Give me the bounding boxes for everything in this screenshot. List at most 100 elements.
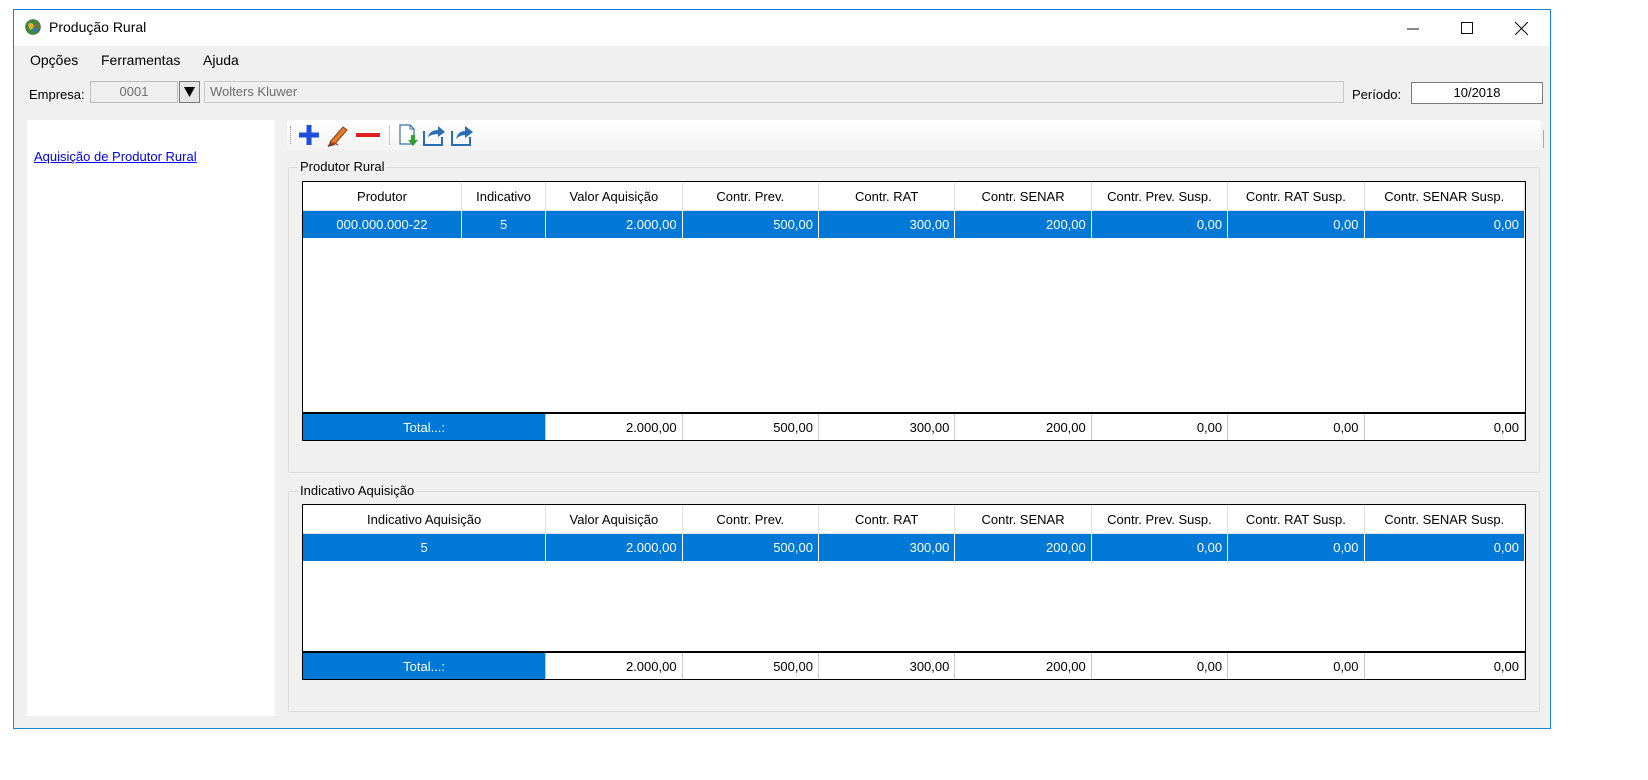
empresa-code-field[interactable]: 0001: [90, 81, 178, 103]
total-contr-rat-susp: 0,00: [1227, 653, 1365, 679]
remove-icon: [356, 133, 380, 137]
empresa-name-field: Wolters Kluwer: [204, 81, 1344, 103]
table-row[interactable]: 000.000.000-22 5 2.000,00 500,00 300,00 …: [303, 210, 1526, 238]
menu-ferramentas[interactable]: Ferramentas: [101, 52, 180, 68]
total-contr-senar: 200,00: [954, 653, 1092, 679]
cell-contr-prev: 500,00: [682, 210, 819, 238]
cell-contr-prev: 500,00: [682, 533, 819, 561]
cell-contr-senar: 200,00: [954, 210, 1092, 238]
total-contr-prev: 500,00: [682, 414, 819, 440]
table-row[interactable]: 5 2.000,00 500,00 300,00 200,00 0,00 0,0…: [303, 533, 1526, 561]
menu-bar: Opções Ferramentas Ajuda: [14, 46, 1550, 72]
cell-indicativo: 5: [461, 210, 547, 238]
column-header-contr-rat-susp[interactable]: Contr. RAT Susp.: [1227, 182, 1365, 211]
total-contr-prev-susp: 0,00: [1091, 653, 1229, 679]
total-valor-aquisicao: 2.000,00: [545, 414, 683, 440]
produtor-rural-table: Produtor Indicativo Valor Aquisição Cont…: [303, 182, 1526, 238]
minimize-button[interactable]: [1386, 10, 1440, 46]
remove-button[interactable]: [356, 123, 380, 147]
cell-contr-senar-susp: 0,00: [1364, 210, 1526, 238]
indicativo-aquisicao-group-title: Indicativo Aquisição: [298, 483, 417, 498]
column-header-valor-aquisicao[interactable]: Valor Aquisição: [545, 505, 683, 534]
triangle-down-icon: [184, 87, 195, 97]
produtor-rural-group: Produtor Rural Produtor Indicativo Valor…: [288, 159, 1540, 473]
column-header-contr-senar[interactable]: Contr. SENAR: [954, 505, 1092, 534]
cell-contr-rat-susp: 0,00: [1227, 533, 1365, 561]
cell-contr-rat-susp: 0,00: [1227, 210, 1365, 238]
total-contr-senar-susp: 0,00: [1364, 414, 1526, 440]
close-button[interactable]: [1494, 10, 1548, 46]
maximize-icon: [1461, 22, 1473, 34]
toolbar-grip[interactable]: [290, 126, 293, 144]
periodo-label: Período:: [1352, 87, 1402, 102]
menu-opcoes[interactable]: Opções: [30, 52, 78, 68]
cell-contr-prev-susp: 0,00: [1091, 210, 1229, 238]
import-icon: [399, 124, 418, 146]
import-button[interactable]: [396, 123, 420, 147]
main-window: Produção Rural Opções Ferramentas Ajuda …: [13, 9, 1551, 729]
add-icon: [299, 125, 319, 145]
link-aquisicao-produtor-rural[interactable]: Aquisição de Produtor Rural: [34, 149, 197, 164]
title-bar[interactable]: Produção Rural: [14, 10, 1550, 46]
minimize-icon: [1407, 28, 1419, 30]
cell-indicativo-aquisicao: 5: [303, 533, 547, 561]
edit-icon: [327, 126, 348, 147]
cell-contr-prev-susp: 0,00: [1091, 533, 1229, 561]
empresa-dropdown-button[interactable]: [179, 81, 200, 103]
column-header-contr-senar-susp[interactable]: Contr. SENAR Susp.: [1364, 505, 1526, 534]
column-header-contr-prev-susp[interactable]: Contr. Prev. Susp.: [1091, 505, 1229, 534]
indicativo-aquisicao-table: Indicativo Aquisição Valor Aquisição Con…: [303, 505, 1526, 561]
app-globe-icon: [25, 19, 41, 35]
produtor-rural-group-title: Produtor Rural: [298, 159, 387, 174]
column-header-contr-senar-susp[interactable]: Contr. SENAR Susp.: [1364, 182, 1526, 211]
column-header-contr-rat[interactable]: Contr. RAT: [818, 505, 956, 534]
total-contr-rat: 300,00: [818, 414, 956, 440]
column-header-indicativo-aquisicao[interactable]: Indicativo Aquisição: [303, 505, 547, 534]
indicativo-total-row: Total...: 2.000,00 500,00 300,00 200,00 …: [303, 651, 1526, 679]
add-button[interactable]: [297, 123, 321, 147]
cell-contr-rat: 300,00: [818, 533, 956, 561]
column-header-contr-prev[interactable]: Contr. Prev.: [682, 505, 819, 534]
column-header-contr-rat[interactable]: Contr. RAT: [818, 182, 956, 211]
produtor-rural-grid[interactable]: Produtor Indicativo Valor Aquisição Cont…: [302, 181, 1526, 441]
total-contr-rat: 300,00: [818, 653, 956, 679]
undo-button[interactable]: [422, 123, 446, 147]
edit-button[interactable]: [326, 123, 350, 147]
close-icon: [1514, 21, 1528, 35]
column-header-valor-aquisicao[interactable]: Valor Aquisição: [545, 182, 683, 211]
toolbar: [287, 120, 1544, 150]
menu-ajuda[interactable]: Ajuda: [203, 52, 239, 68]
indicativo-aquisicao-grid[interactable]: Indicativo Aquisição Valor Aquisição Con…: [302, 504, 1526, 680]
indicativo-aquisicao-group: Indicativo Aquisição Indicativo Aquisiçã…: [288, 483, 1540, 712]
column-header-produtor[interactable]: Produtor: [303, 182, 462, 211]
total-contr-senar: 200,00: [954, 414, 1092, 440]
column-header-contr-prev[interactable]: Contr. Prev.: [682, 182, 819, 211]
cell-produtor: 000.000.000-22: [303, 210, 462, 238]
toolbar-end-line: [1543, 130, 1544, 148]
export-button[interactable]: [450, 123, 474, 147]
total-contr-prev: 500,00: [682, 653, 819, 679]
cell-valor-aquisicao: 2.000,00: [545, 533, 683, 561]
cell-contr-senar: 200,00: [954, 533, 1092, 561]
undo-icon: [423, 126, 445, 146]
total-contr-rat-susp: 0,00: [1227, 414, 1365, 440]
indicativo-header-row: Indicativo Aquisição Valor Aquisição Con…: [303, 505, 1526, 534]
total-contr-prev-susp: 0,00: [1091, 414, 1229, 440]
export-icon: [451, 126, 473, 146]
column-header-indicativo[interactable]: Indicativo: [461, 182, 547, 211]
maximize-button[interactable]: [1440, 10, 1494, 46]
window-title: Produção Rural: [49, 19, 147, 35]
periodo-field[interactable]: 10/2018: [1411, 82, 1543, 104]
total-valor-aquisicao: 2.000,00: [545, 653, 683, 679]
total-label: Total...:: [303, 653, 547, 679]
cell-contr-rat: 300,00: [818, 210, 956, 238]
toolbar-separator: [389, 125, 390, 145]
produtor-header-row: Produtor Indicativo Valor Aquisição Cont…: [303, 182, 1526, 211]
column-header-contr-senar[interactable]: Contr. SENAR: [954, 182, 1092, 211]
cell-contr-senar-susp: 0,00: [1364, 533, 1526, 561]
column-header-contr-rat-susp[interactable]: Contr. RAT Susp.: [1227, 505, 1365, 534]
produtor-total-row: Total...: 2.000,00 500,00 300,00 200,00 …: [303, 412, 1526, 440]
cell-valor-aquisicao: 2.000,00: [545, 210, 683, 238]
total-label: Total...:: [303, 414, 547, 440]
column-header-contr-prev-susp[interactable]: Contr. Prev. Susp.: [1091, 182, 1229, 211]
